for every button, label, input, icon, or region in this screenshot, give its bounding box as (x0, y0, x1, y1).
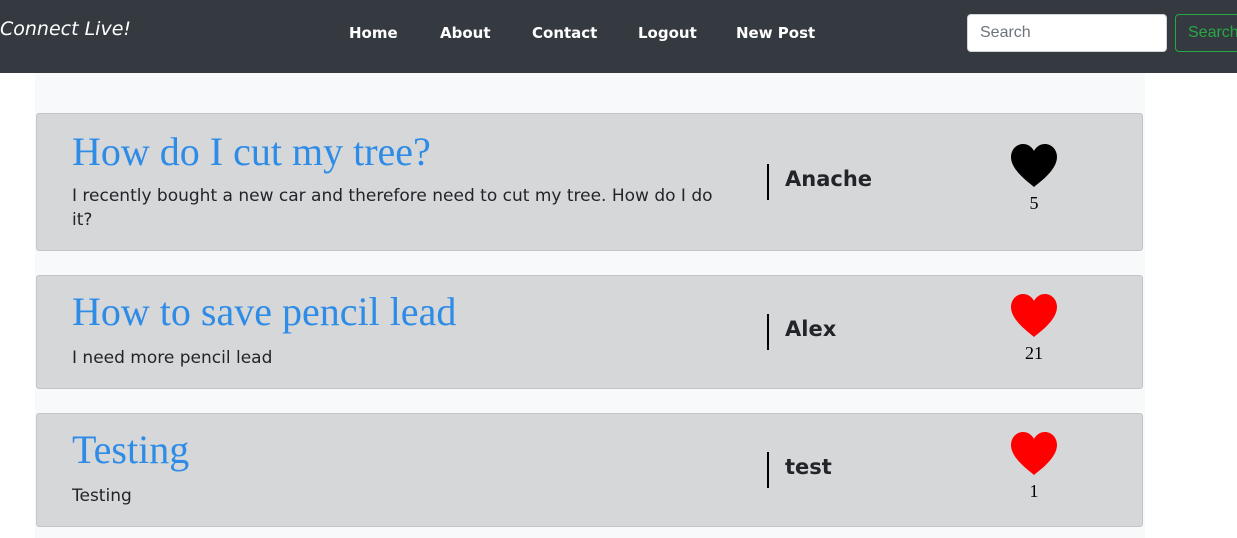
post-title-link[interactable]: How to save pencil lead (72, 292, 456, 332)
nav-new-post-link[interactable]: New Post (736, 24, 815, 42)
post-feed: How do I cut my tree? I recently bought … (35, 73, 1145, 538)
heart-shape (1011, 144, 1057, 187)
heart-shape (1011, 294, 1057, 337)
heart-icon[interactable] (1009, 143, 1059, 189)
nav-logout-link[interactable]: Logout (638, 24, 697, 42)
heart-icon[interactable] (1009, 431, 1059, 477)
navbar: Connect Live! Home About Contact Logout … (0, 0, 1237, 73)
post-body: I recently bought a new car and therefor… (72, 186, 713, 230)
post-title-link[interactable]: How do I cut my tree? (72, 132, 431, 172)
post-divider (767, 314, 769, 350)
nav-contact-link[interactable]: Contact (532, 24, 597, 42)
like-count: 21 (1025, 343, 1043, 363)
post-author: Alex (785, 317, 837, 341)
like-count: 5 (1029, 193, 1039, 213)
post-divider (767, 164, 769, 200)
nav-about-link[interactable]: About (440, 24, 491, 42)
post-card: How to save pencil lead I need more penc… (36, 275, 1143, 389)
nav-home-link[interactable]: Home (349, 24, 398, 42)
heart-shape (1011, 432, 1057, 475)
search-button[interactable]: Search (1175, 14, 1237, 52)
post-card: Testing Testing test 1 (36, 413, 1143, 527)
post-author: Anache (785, 167, 873, 191)
post-author: test (785, 455, 832, 479)
search-input[interactable] (967, 14, 1167, 52)
post-card: How do I cut my tree? I recently bought … (36, 113, 1143, 251)
post-divider (767, 452, 769, 488)
brand-logo[interactable]: Connect Live! (0, 18, 131, 40)
post-title-link[interactable]: Testing (72, 430, 189, 470)
post-body: Testing (72, 486, 132, 506)
like-count: 1 (1029, 481, 1039, 501)
post-body: I need more pencil lead (72, 348, 273, 368)
heart-icon[interactable] (1009, 293, 1059, 339)
